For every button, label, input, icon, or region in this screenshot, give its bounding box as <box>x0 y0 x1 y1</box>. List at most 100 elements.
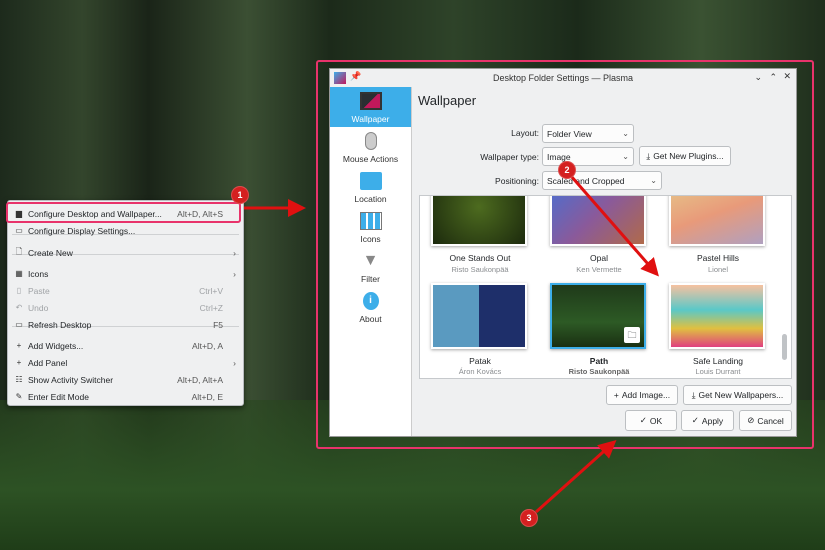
filter-icon: ▼ <box>362 252 379 269</box>
wallpaper-icon <box>359 92 382 110</box>
menu-item-add-panel[interactable]: + Add Panel › <box>8 354 243 371</box>
button-label: Get New Wallpapers... <box>698 390 784 400</box>
download-icon: ⤓ <box>646 150 651 161</box>
wallpaper-author: Ken Vermette <box>576 265 622 274</box>
menu-item-label: Add Widgets... <box>28 340 84 351</box>
sidebar-item-location[interactable]: Location <box>330 167 411 207</box>
layout-select[interactable]: Folder View ⌄ <box>542 124 634 143</box>
icons-grid-icon <box>359 212 382 230</box>
chevron-down-icon: ⌄ <box>622 129 629 138</box>
sidebar-item-wallpaper[interactable]: Wallpaper <box>330 87 411 127</box>
wallpaper-thumb-one-stands-out[interactable] <box>431 196 527 246</box>
menu-item-label: Create New <box>28 247 73 258</box>
get-new-wallpapers-button[interactable]: ⤓ Get New Wallpapers... <box>683 385 792 405</box>
menu-item-show-activity-switcher[interactable]: ☷ Show Activity Switcher Alt+D, Alt+A <box>8 371 243 388</box>
menu-item-enter-edit-mode[interactable]: ✎ Enter Edit Mode Alt+D, E <box>8 388 243 405</box>
window-title: Desktop Folder Settings — Plasma <box>492 73 634 83</box>
cancel-button[interactable]: ⊘ Cancel <box>739 410 792 431</box>
menu-item-label: Show Activity Switcher <box>28 374 114 385</box>
add-image-button[interactable]: + Add Image... <box>606 385 678 405</box>
title-bar: 📌 Desktop Folder Settings — Plasma ⌄ ⌃ ✕ <box>330 69 796 87</box>
button-label: OK <box>649 415 663 426</box>
wallpaper-author: Risto Saukonpää <box>451 265 509 274</box>
chevron-down-icon: ⌄ <box>650 176 657 185</box>
scrollbar[interactable] <box>782 334 787 360</box>
ok-button[interactable]: ✓ OK <box>625 410 677 431</box>
menu-item-add-widgets[interactable]: + Add Widgets... Alt+D, A <box>8 337 243 354</box>
close-button[interactable]: ✕ <box>783 71 791 82</box>
chevron-down-icon: ⌄ <box>622 152 629 161</box>
menu-item-label: Refresh Desktop <box>28 319 92 330</box>
wallpaper-name: Safe Landing <box>692 356 744 366</box>
wallpaper-author: Louis Durrant <box>695 367 741 376</box>
sidebar: Wallpaper Mouse Actions Location Icons ▼… <box>330 87 412 436</box>
wallpaper-name: Opal <box>590 253 608 263</box>
wallpaper-thumb-opal[interactable] <box>550 196 646 246</box>
step-badge-3: 3 <box>520 509 538 527</box>
refresh-icon: ▭ <box>15 320 23 329</box>
pin-icon[interactable]: 📌 <box>350 71 361 82</box>
button-label: Apply <box>701 415 724 426</box>
settings-dialog: 📌 Desktop Folder Settings — Plasma ⌄ ⌃ ✕… <box>329 68 797 437</box>
wallpaper-author: Lionel <box>707 265 729 274</box>
menu-item-label: Enter Edit Mode <box>28 391 89 402</box>
layout-value: Folder View <box>547 128 592 139</box>
paste-icon: ▯ <box>16 286 22 295</box>
sidebar-label: Wallpaper <box>351 114 390 124</box>
wallpaper-type-select[interactable]: Image ⌄ <box>542 147 634 166</box>
wallpaper-thumb-path[interactable]: 🗀 <box>550 283 646 349</box>
menu-item-shortcut: Alt+D, Alt+A <box>177 374 223 385</box>
step-badge-2: 2 <box>558 161 576 179</box>
maximize-button[interactable]: ⌃ <box>769 72 777 83</box>
sidebar-item-about[interactable]: i About <box>330 287 411 327</box>
open-folder-icon[interactable]: 🗀 <box>624 327 640 343</box>
positioning-label: Positioning: <box>495 176 539 186</box>
menu-item-icons[interactable]: ▦ Icons › <box>8 265 243 282</box>
menu-item-shortcut: Ctrl+V <box>199 285 223 296</box>
sidebar-label: Filter <box>361 274 380 284</box>
menu-item-label: Add Panel <box>28 357 68 368</box>
minimize-button[interactable]: ⌄ <box>754 72 762 83</box>
wallpaper-author: Áron Kovács <box>458 367 502 376</box>
sidebar-item-mouse-actions[interactable]: Mouse Actions <box>330 127 411 167</box>
edit-icon: ✎ <box>15 392 23 401</box>
menu-item-refresh-desktop[interactable]: ▭ Refresh Desktop F5 <box>8 316 243 333</box>
wallpaper-thumb-patak[interactable] <box>431 283 527 349</box>
wallpaper-type-label: Wallpaper type: <box>480 152 539 162</box>
step-badge-1: 1 <box>231 186 249 204</box>
menu-item-configure-display-settings[interactable]: ▭ Configure Display Settings... <box>8 222 243 239</box>
button-label: Add Image... <box>621 390 671 400</box>
menu-item-create-new[interactable]: 🗋 Create New › <box>8 244 243 261</box>
menu-item-label: Paste <box>28 285 50 296</box>
apply-button[interactable]: ✓ Apply <box>681 410 734 431</box>
menu-item-label: Configure Display Settings... <box>28 225 136 236</box>
plus-icon: + <box>16 341 22 350</box>
menu-item-undo[interactable]: ↶ Undo Ctrl+Z <box>8 299 243 316</box>
download-icon: ⤓ <box>691 389 696 400</box>
new-file-icon: 🗋 <box>15 246 23 256</box>
menu-item-shortcut: Ctrl+Z <box>199 302 223 313</box>
menu-item-shortcut: Alt+D, E <box>191 391 223 402</box>
wallpaper-author: Risto Saukonpää <box>568 367 630 376</box>
menu-item-label: Icons <box>28 268 49 279</box>
sidebar-item-filter[interactable]: ▼ Filter <box>330 247 411 287</box>
wallpaper-thumb-pastel-hills[interactable] <box>669 196 765 246</box>
chevron-right-icon: › <box>233 247 236 258</box>
sidebar-label: Location <box>354 194 387 204</box>
highlight-box <box>6 202 241 223</box>
mouse-icon <box>364 132 377 150</box>
grid-icon: ▦ <box>15 269 23 278</box>
wallpaper-type-value: Image <box>547 151 571 162</box>
plus-icon: + <box>613 390 619 400</box>
wallpaper-grid: One Stands Out Risto Saukonpää Opal Ken … <box>419 195 792 379</box>
menu-item-paste[interactable]: ▯ Paste Ctrl+V <box>8 282 243 299</box>
sidebar-item-icons[interactable]: Icons <box>330 207 411 247</box>
check-icon: ✓ <box>639 415 647 425</box>
get-new-plugins-button[interactable]: ⤓ Get New Plugins... <box>639 146 731 166</box>
chevron-right-icon: › <box>233 268 236 279</box>
wallpaper-name: Path <box>589 356 609 366</box>
wallpaper-thumb-safe-landing[interactable] <box>669 283 765 349</box>
info-icon: i <box>362 292 379 310</box>
menu-item-shortcut: Alt+D, A <box>192 340 223 351</box>
menu-item-label: Undo <box>28 302 49 313</box>
